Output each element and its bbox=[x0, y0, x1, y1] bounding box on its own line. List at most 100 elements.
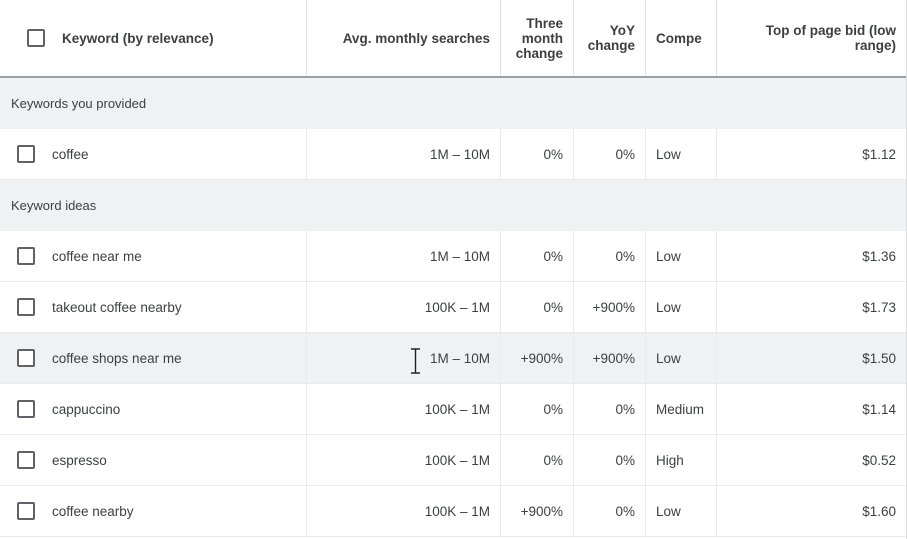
cell-avg-monthly-searches: 100K – 1M bbox=[306, 384, 500, 434]
table-row[interactable]: coffee 1M – 10M 0% 0% Low $1.12 bbox=[0, 129, 906, 180]
table-row[interactable]: coffee nearby 100K – 1M +900% 0% Low $1.60 bbox=[0, 486, 906, 537]
table-row[interactable]: cappuccino 100K – 1M 0% 0% Medium $1.14 bbox=[0, 384, 906, 435]
cell-yoy-change-value: +900% bbox=[592, 350, 635, 366]
cell-top-of-page-bid-value: $0.52 bbox=[862, 452, 896, 468]
cell-yoy-change-value: 0% bbox=[615, 503, 635, 519]
cell-yoy-change-value: 0% bbox=[615, 248, 635, 264]
row-checkbox-cell[interactable] bbox=[0, 247, 52, 265]
column-header-competition[interactable]: Compe bbox=[645, 0, 716, 76]
column-header-keyword-label: Keyword (by relevance) bbox=[62, 30, 214, 46]
cell-competition-value: Low bbox=[656, 299, 681, 315]
column-header-top-of-page-bid[interactable]: Top of page bid (low range) bbox=[716, 0, 906, 76]
cell-avg-monthly-searches-value: 1M – 10M bbox=[429, 248, 490, 264]
cell-keyword[interactable]: cappuccino bbox=[0, 384, 306, 434]
column-header-top-of-page-bid-label: Top of page bid (low range) bbox=[765, 23, 896, 53]
row-checkbox[interactable] bbox=[17, 247, 35, 265]
cell-yoy-change: +900% bbox=[573, 333, 645, 383]
cell-avg-monthly-searches-value: 100K – 1M bbox=[424, 503, 490, 519]
row-checkbox-cell[interactable] bbox=[0, 451, 52, 469]
keyword-text: cappuccino bbox=[52, 401, 121, 417]
section-header-row: Keywords you provided bbox=[0, 78, 906, 129]
cell-top-of-page-bid: $1.14 bbox=[716, 384, 906, 434]
cell-top-of-page-bid: $1.36 bbox=[716, 231, 906, 281]
row-checkbox-cell[interactable] bbox=[0, 502, 52, 520]
column-header-three-month-change-label: Three month change bbox=[515, 15, 563, 61]
cell-three-month-change-value: 0% bbox=[543, 299, 563, 315]
cell-yoy-change: +900% bbox=[573, 282, 645, 332]
row-checkbox[interactable] bbox=[17, 145, 35, 163]
cell-keyword[interactable]: coffee nearby bbox=[0, 486, 306, 536]
cell-yoy-change: 0% bbox=[573, 435, 645, 485]
row-checkbox-cell[interactable] bbox=[0, 400, 52, 418]
cell-top-of-page-bid-value: $1.73 bbox=[862, 299, 896, 315]
cell-avg-monthly-searches-value: 1M – 10M bbox=[429, 350, 490, 366]
column-header-competition-label: Compe bbox=[656, 30, 702, 46]
cell-keyword[interactable]: coffee bbox=[0, 129, 306, 179]
keyword-text: coffee shops near me bbox=[52, 350, 182, 366]
table-row[interactable]: coffee near me 1M – 10M 0% 0% Low $1.36 bbox=[0, 231, 906, 282]
row-checkbox-cell[interactable] bbox=[0, 349, 52, 367]
cell-top-of-page-bid-value: $1.12 bbox=[862, 146, 896, 162]
cell-top-of-page-bid-value: $1.50 bbox=[862, 350, 896, 366]
cell-three-month-change: +900% bbox=[500, 333, 573, 383]
cell-keyword[interactable]: takeout coffee nearby bbox=[0, 282, 306, 332]
table-row[interactable]: espresso 100K – 1M 0% 0% High $0.52 bbox=[0, 435, 906, 486]
table-row[interactable]: takeout coffee nearby 100K – 1M 0% +900% Low… bbox=[0, 282, 906, 333]
cell-yoy-change-value: 0% bbox=[615, 401, 635, 417]
row-checkbox[interactable] bbox=[17, 349, 35, 367]
select-all-checkbox[interactable] bbox=[27, 29, 45, 47]
cell-yoy-change: 0% bbox=[573, 129, 645, 179]
cell-top-of-page-bid-value: $1.60 bbox=[862, 503, 896, 519]
column-header-keyword[interactable]: Keyword (by relevance) bbox=[0, 0, 306, 76]
cell-avg-monthly-searches: 100K – 1M bbox=[306, 486, 500, 536]
table-header-row: Keyword (by relevance) Avg. monthly sear… bbox=[0, 0, 906, 78]
cell-keyword[interactable]: coffee near me bbox=[0, 231, 306, 281]
cell-yoy-change: 0% bbox=[573, 384, 645, 434]
cell-competition: Low bbox=[645, 129, 716, 179]
cell-top-of-page-bid: $1.73 bbox=[716, 282, 906, 332]
cell-yoy-change-value: 0% bbox=[615, 146, 635, 162]
cell-three-month-change-value: +900% bbox=[520, 350, 563, 366]
cell-keyword[interactable]: espresso bbox=[0, 435, 306, 485]
cell-competition-value: High bbox=[656, 452, 684, 468]
cell-top-of-page-bid: $1.12 bbox=[716, 129, 906, 179]
row-checkbox[interactable] bbox=[17, 502, 35, 520]
cell-three-month-change-value: +900% bbox=[520, 503, 563, 519]
cell-avg-monthly-searches-value: 1M – 10M bbox=[429, 146, 490, 162]
cell-three-month-change-value: 0% bbox=[543, 401, 563, 417]
cell-avg-monthly-searches-value: 100K – 1M bbox=[424, 452, 490, 468]
cell-top-of-page-bid-value: $1.36 bbox=[862, 248, 896, 264]
cell-three-month-change-value: 0% bbox=[543, 248, 563, 264]
table-row[interactable]: coffee shops near me 1M – 10M +900% +900% Lo… bbox=[0, 333, 906, 384]
row-checkbox[interactable] bbox=[17, 400, 35, 418]
cell-competition: Medium bbox=[645, 384, 716, 434]
keyword-text: coffee bbox=[52, 146, 89, 162]
keyword-text: espresso bbox=[52, 452, 107, 468]
cell-competition-value: Low bbox=[656, 146, 681, 162]
section-header-label: Keyword ideas bbox=[11, 198, 97, 213]
row-checkbox-cell[interactable] bbox=[0, 298, 52, 316]
column-header-avg-monthly-searches[interactable]: Avg. monthly searches bbox=[306, 0, 500, 76]
cell-competition: High bbox=[645, 435, 716, 485]
cell-three-month-change-value: 0% bbox=[543, 452, 563, 468]
cell-competition: Low bbox=[645, 486, 716, 536]
row-checkbox[interactable] bbox=[17, 298, 35, 316]
cell-yoy-change: 0% bbox=[573, 486, 645, 536]
row-checkbox-cell[interactable] bbox=[0, 145, 52, 163]
cell-yoy-change: 0% bbox=[573, 231, 645, 281]
cell-competition-value: Low bbox=[656, 503, 681, 519]
cell-top-of-page-bid: $0.52 bbox=[716, 435, 906, 485]
cell-keyword[interactable]: coffee shops near me bbox=[0, 333, 306, 383]
cell-avg-monthly-searches-value: 100K – 1M bbox=[424, 299, 490, 315]
cell-top-of-page-bid: $1.60 bbox=[716, 486, 906, 536]
cell-avg-monthly-searches: 100K – 1M bbox=[306, 435, 500, 485]
keyword-text: coffee near me bbox=[52, 248, 142, 264]
cell-competition-value: Low bbox=[656, 350, 681, 366]
column-header-three-month-change[interactable]: Three month change bbox=[500, 0, 573, 76]
column-header-yoy-change[interactable]: YoY change bbox=[573, 0, 645, 76]
select-all-checkbox-cell[interactable] bbox=[10, 29, 62, 47]
row-checkbox[interactable] bbox=[17, 451, 35, 469]
cell-three-month-change: 0% bbox=[500, 231, 573, 281]
cell-competition-value: Low bbox=[656, 248, 681, 264]
cell-top-of-page-bid-value: $1.14 bbox=[862, 401, 896, 417]
